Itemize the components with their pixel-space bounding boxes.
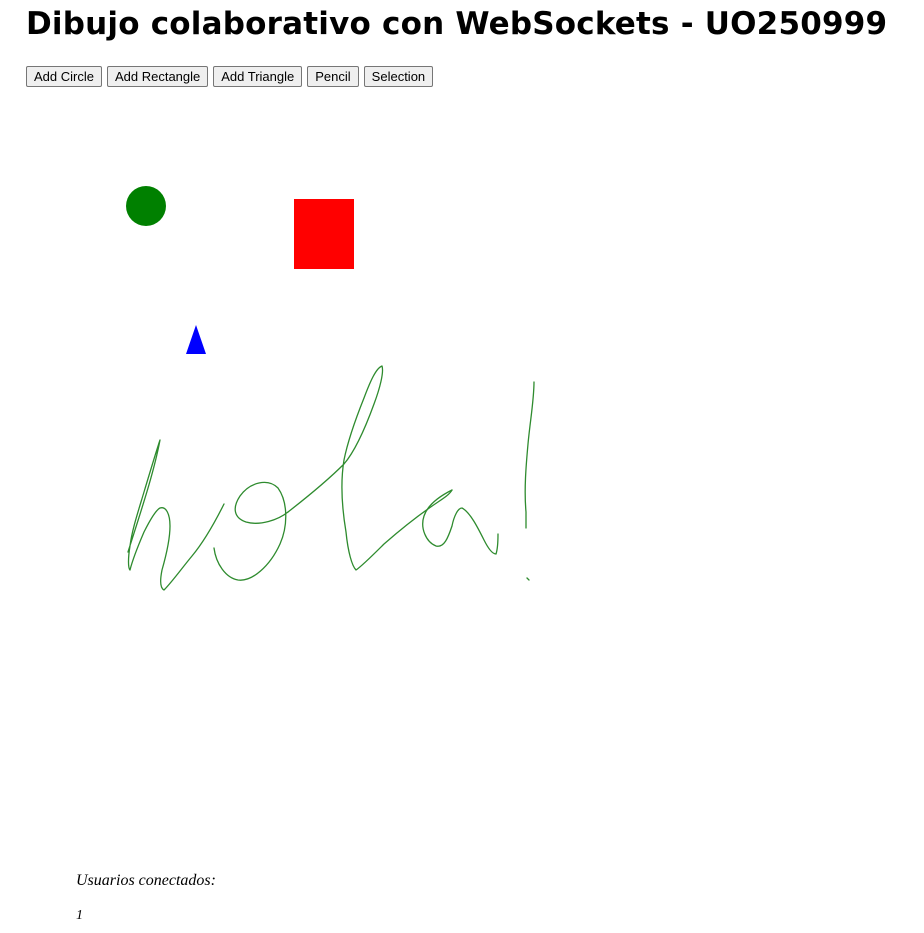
page-title: Dibujo colaborativo con WebSockets - UO2… xyxy=(26,6,888,42)
add-circle-button[interactable]: Add Circle xyxy=(26,66,102,87)
connected-users-count: 1 xyxy=(76,908,83,923)
green-circle-shape[interactable] xyxy=(126,186,166,226)
blue-triangle-shape[interactable] xyxy=(186,325,206,354)
drawing-canvas[interactable] xyxy=(26,100,906,840)
pencil-button[interactable]: Pencil xyxy=(307,66,359,87)
toolbar: Add Circle Add Rectangle Add Triangle Pe… xyxy=(26,66,434,87)
pencil-stroke-hola[interactable] xyxy=(127,365,535,591)
stroke-letter-h xyxy=(127,439,225,591)
add-rectangle-button[interactable]: Add Rectangle xyxy=(106,66,209,87)
stroke-exclamation xyxy=(524,381,535,581)
selection-button[interactable]: Selection xyxy=(363,66,434,87)
red-rectangle-shape[interactable] xyxy=(294,199,354,269)
connected-users-label: Usuarios conectados: xyxy=(76,872,216,889)
stroke-letter-a xyxy=(422,489,499,555)
add-triangle-button[interactable]: Add Triangle xyxy=(213,66,303,87)
stroke-letter-o xyxy=(213,481,289,581)
